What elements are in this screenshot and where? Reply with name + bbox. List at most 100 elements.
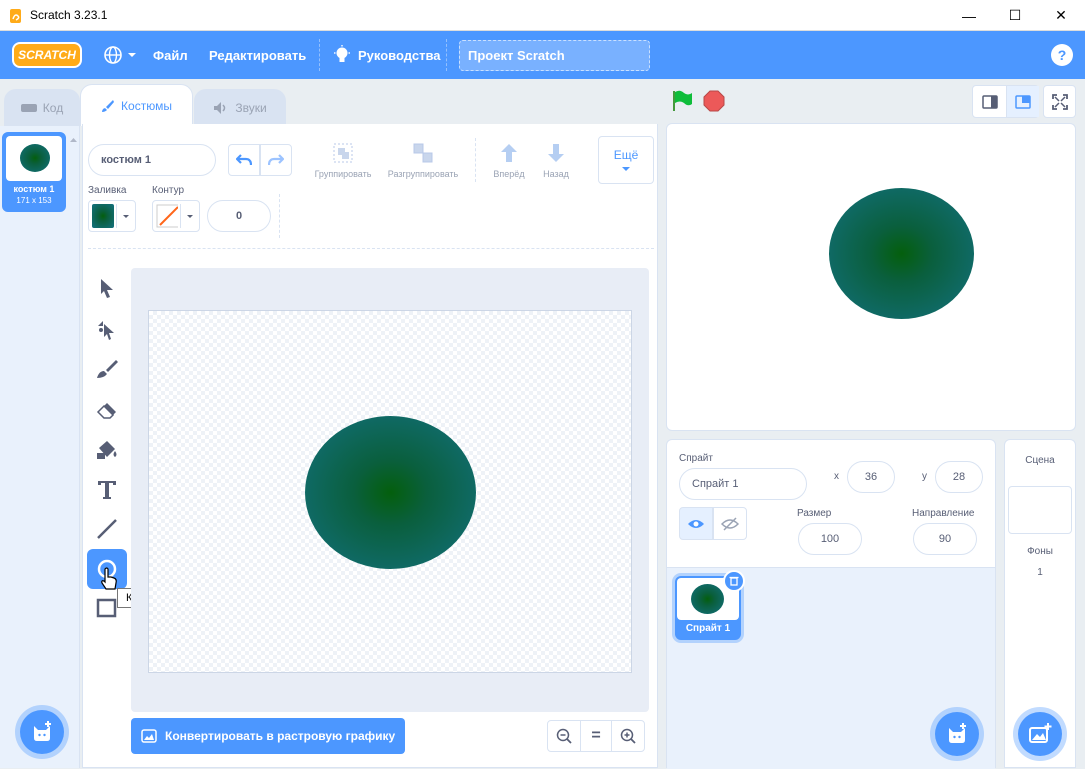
redo-icon [268,154,284,166]
fill-label: Заливка [88,185,127,196]
caret-down-icon [116,204,130,228]
caret-down-icon [180,204,194,228]
ungroup-icon [413,143,433,163]
direction-label: Направление [912,508,975,519]
group-label: Группировать [314,169,372,179]
image-icon [141,729,157,743]
forward-label: Вперёд [493,169,525,179]
backward-label: Назад [543,169,569,179]
tutorials-label: Руководства [358,47,441,63]
arrow-up-icon [501,144,517,162]
no-color-icon [156,204,179,228]
tab-code[interactable]: Код [4,89,80,126]
size-input[interactable]: 100 [798,523,862,555]
hand-cursor-icon [101,567,117,590]
costume-name: костюм 1 [13,184,55,194]
arrow-down-icon [548,144,564,162]
toolbar-divider [279,194,280,238]
undo-icon [236,154,252,166]
outline-width-input[interactable]: 0 [207,200,271,232]
zoom-in-icon [620,728,636,744]
select-tool[interactable] [87,268,127,308]
choose-sprite-button[interactable] [935,712,979,756]
paint-canvas[interactable] [148,310,632,673]
sprite-label: Спрайт [679,453,713,464]
costume-ellipse[interactable] [305,416,476,569]
stage-sprite[interactable] [829,188,974,319]
forward-button[interactable]: Вперёд [485,142,533,182]
fill-color-picker[interactable] [88,200,136,232]
help-button[interactable]: ? [1051,44,1073,66]
tab-costumes[interactable]: Костюмы [80,84,193,126]
close-window-button[interactable]: ✕ [1038,0,1084,31]
delete-sprite-button[interactable] [723,570,745,592]
toolbar-divider [475,138,476,182]
eraser-icon [96,403,116,419]
stop-icon[interactable] [703,90,725,112]
zoom-out-icon [556,728,572,744]
zoom-in-button[interactable] [611,720,645,752]
convert-to-bitmap-button[interactable]: Конвертировать в растровую графику [131,718,405,754]
stage-selector[interactable]: Сцена Фоны 1 [1004,439,1076,768]
backdrops-label: Фоны [1027,546,1053,557]
brush-tool[interactable] [87,349,127,389]
arrow-cursor-icon [101,279,113,298]
sprite-pane: Спрайт Спрайт 1 x 36 y 28 Размер 100 Нап… [666,439,996,769]
choose-backdrop-button[interactable] [1018,712,1062,756]
sprite-name-input[interactable]: Спрайт 1 [679,468,807,500]
project-title-input[interactable]: Проект Scratch [459,40,650,71]
code-blocks-icon [20,103,37,112]
more-button[interactable]: Ещё [598,136,654,184]
stage-selector-title: Сцена [1025,455,1055,466]
tab-sounds[interactable]: Звуки [194,89,286,126]
paint-bucket-icon [97,441,117,459]
caret-down-icon [128,53,136,57]
sprite-list: Спрайт 1 [667,567,995,769]
x-input[interactable]: 36 [847,461,895,493]
backward-button[interactable]: Назад [535,142,577,182]
show-sprite-button[interactable] [679,507,713,540]
language-menu[interactable] [103,31,137,79]
tutorials-menu[interactable]: Руководства [333,31,441,79]
text-tool[interactable] [87,469,127,509]
maximize-button[interactable]: ☐ [992,0,1038,31]
ungroup-label: Разгруппировать [387,169,459,179]
minimize-button[interactable]: — [946,0,992,31]
edit-menu[interactable]: Редактировать [209,31,306,79]
outline-color-picker[interactable] [152,200,200,232]
reshape-tool[interactable] [87,309,127,349]
eraser-tool[interactable] [87,390,127,430]
cat-add-icon [34,721,51,741]
line-tool[interactable] [87,509,127,549]
choose-costume-button[interactable] [20,710,64,754]
undo-button[interactable] [228,144,260,176]
hide-sprite-button[interactable] [713,507,747,540]
costume-item[interactable]: 1 костюм 1 171 x 153 [2,132,66,212]
normal-stage-button[interactable] [1006,86,1039,117]
fill-tool[interactable] [87,430,127,470]
ungroup-button[interactable]: Разгруппировать [381,142,465,182]
tab-costumes-label: Костюмы [121,98,172,113]
zoom-reset-button[interactable]: = [580,720,612,752]
zoom-out-button[interactable] [547,720,581,752]
fullscreen-button[interactable] [1043,85,1076,118]
costume-name-input[interactable]: костюм 1 [88,144,216,176]
green-flag-icon[interactable] [670,89,694,113]
backdrops-count: 1 [1037,567,1043,578]
direction-input[interactable]: 90 [913,523,977,555]
file-menu[interactable]: Файл [153,31,188,79]
sprite-item-name: Спрайт 1 [685,623,731,634]
paint-canvas-area[interactable] [131,268,649,712]
small-stage-button[interactable] [973,86,1006,117]
backdrop-add-icon [1029,723,1052,743]
y-input[interactable]: 28 [935,461,983,493]
y-label: y [922,471,927,482]
group-button[interactable]: Группировать [308,142,378,182]
stage[interactable] [666,123,1076,431]
costume-list-scrollbar[interactable] [70,130,77,766]
redo-button[interactable] [260,144,292,176]
paintbrush-icon [97,360,118,378]
scratch-logo[interactable]: SCRATCH [12,42,82,68]
small-stage-icon [981,94,998,109]
group-icon [333,143,353,163]
